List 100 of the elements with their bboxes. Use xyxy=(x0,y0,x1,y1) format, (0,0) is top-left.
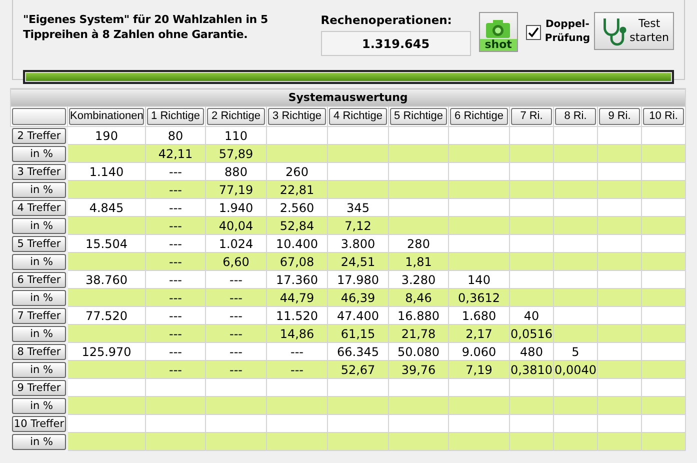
table-cell: 4.845 xyxy=(89,200,124,214)
table-cell: 52,67 xyxy=(340,362,376,376)
column-header[interactable]: 10 Ri. xyxy=(643,108,684,125)
table-cell: 140 xyxy=(468,272,490,286)
table-cell: 7,12 xyxy=(344,218,372,232)
table-cell: 47.400 xyxy=(337,308,379,322)
table-cell: 50.080 xyxy=(398,344,440,358)
table-cell: 11.520 xyxy=(276,308,318,322)
table-cell: 46,39 xyxy=(340,290,376,304)
table-cell: 1.140 xyxy=(89,164,124,178)
double-check-label: Doppel- Prüfung xyxy=(544,18,590,46)
table-cell: 3.280 xyxy=(401,272,436,286)
row-header-button[interactable]: in % xyxy=(12,434,66,450)
column-header[interactable]: 4 Richtige xyxy=(329,108,387,125)
row-header-button[interactable]: in % xyxy=(12,398,66,414)
table-cell: --- xyxy=(169,236,182,250)
table-cell: 3.800 xyxy=(340,236,376,250)
table-cell: 38.760 xyxy=(86,272,128,286)
table-cell: 280 xyxy=(407,236,430,250)
table-cell: --- xyxy=(230,290,242,304)
row-header-button[interactable]: in % xyxy=(12,182,66,198)
table-cell: 1.680 xyxy=(462,308,496,322)
table-cell: 1.024 xyxy=(218,236,254,250)
row-header-button[interactable]: 10 Treffer xyxy=(12,416,66,432)
row-header-button[interactable]: in % xyxy=(12,254,66,270)
table-cell: 260 xyxy=(286,164,308,178)
description-text: "Eigenes System" für 20 Wahlzahlen in 5 Tippreihen à 8 Zahlen ohne Garantie. xyxy=(23,12,270,42)
column-header[interactable]: 7 Ri. xyxy=(511,108,552,125)
table-cell: 8,46 xyxy=(405,290,432,304)
table-cell: --- xyxy=(290,344,304,358)
table-cell: --- xyxy=(169,362,182,376)
row-header-button[interactable]: in % xyxy=(12,362,66,378)
table-cell: --- xyxy=(169,164,182,178)
column-header[interactable]: 6 Richtige xyxy=(450,108,508,125)
table-cell: --- xyxy=(290,362,304,376)
row-header-button[interactable]: in % xyxy=(12,218,66,234)
column-header[interactable]: 9 Ri. xyxy=(599,108,640,125)
table-cell: 66.345 xyxy=(337,344,379,358)
table-cell: 21,78 xyxy=(401,326,436,340)
row-header-button[interactable]: 9 Treffer xyxy=(12,380,66,396)
column-header[interactable]: 8 Ri. xyxy=(555,108,596,125)
table-cell: --- xyxy=(169,254,182,268)
table-cell: 1,81 xyxy=(405,254,432,268)
table-cell: --- xyxy=(230,344,242,358)
row-header-button[interactable]: 7 Treffer xyxy=(12,308,66,324)
table-cell: 77.520 xyxy=(86,308,128,322)
table-cell: --- xyxy=(169,200,182,214)
row-header-button[interactable]: 5 Treffer xyxy=(12,236,66,252)
table-cell: --- xyxy=(230,362,242,376)
table-cell: 16.880 xyxy=(398,308,440,322)
column-header[interactable]: 2 Richtige xyxy=(207,108,265,125)
table-cell: 40 xyxy=(524,308,540,322)
table-cell: 190 xyxy=(95,128,118,142)
table-cell: 67,08 xyxy=(280,254,314,268)
row-header-button[interactable]: 3 Treffer xyxy=(12,164,66,180)
table-cell: 10.400 xyxy=(276,236,318,250)
column-header[interactable]: Kombinationen xyxy=(69,108,144,125)
table-cell: 0,3810 xyxy=(510,362,552,376)
row-header-button[interactable]: in % xyxy=(12,290,66,306)
table-cell: 42,11 xyxy=(158,146,193,160)
row-header-button[interactable]: 4 Treffer xyxy=(12,200,66,216)
table-cell: 1.940 xyxy=(218,200,254,214)
table-cell: 125.970 xyxy=(82,344,132,358)
table-cell: 0,3612 xyxy=(458,290,500,304)
table-cell: 6,60 xyxy=(222,254,250,268)
double-check-checkbox[interactable] xyxy=(526,24,541,40)
table-cell: 9.060 xyxy=(462,344,496,358)
table-cell: 17.980 xyxy=(337,272,379,286)
row-header-button[interactable]: 6 Treffer xyxy=(12,272,66,288)
table-cell: --- xyxy=(230,308,242,322)
operations-field: 1.319.645 xyxy=(320,31,471,56)
table-cell: 2.560 xyxy=(280,200,314,214)
table-cell: 110 xyxy=(224,128,248,142)
table-cell: 44,79 xyxy=(280,290,314,304)
table-cell: 39,76 xyxy=(401,362,436,376)
shot-button[interactable]: shot xyxy=(478,12,518,52)
table-cell: 24,51 xyxy=(340,254,376,268)
table-cell: 480 xyxy=(520,344,543,358)
table-cell: 77,19 xyxy=(218,182,254,196)
table-cell: 61,15 xyxy=(340,326,376,340)
test-start-button[interactable]: Test starten xyxy=(594,12,674,50)
table-cell: 345 xyxy=(346,200,370,214)
table-cell: 14,86 xyxy=(280,326,314,340)
table-cell: 15.504 xyxy=(86,236,128,250)
table-cell: --- xyxy=(169,308,182,322)
table-cell: 7,19 xyxy=(466,362,492,376)
table-cell: --- xyxy=(169,326,182,340)
row-header-button[interactable]: in % xyxy=(12,326,66,342)
table-cell: --- xyxy=(169,290,182,304)
row-header-button[interactable]: 2 Treffer xyxy=(12,128,66,144)
operations-label: Rechenoperationen: xyxy=(320,12,453,29)
corner-header xyxy=(12,108,66,125)
column-header[interactable]: 5 Richtige xyxy=(390,108,447,125)
table-cell: 40,04 xyxy=(218,218,254,232)
table-cell: --- xyxy=(169,218,182,232)
row-header-button[interactable]: 8 Treffer xyxy=(12,344,66,360)
table-cell: 0,0516 xyxy=(510,326,552,340)
column-header[interactable]: 1 Richtige xyxy=(147,108,204,125)
row-header-button[interactable]: in % xyxy=(12,146,66,162)
column-header[interactable]: 3 Richtige xyxy=(268,108,326,125)
